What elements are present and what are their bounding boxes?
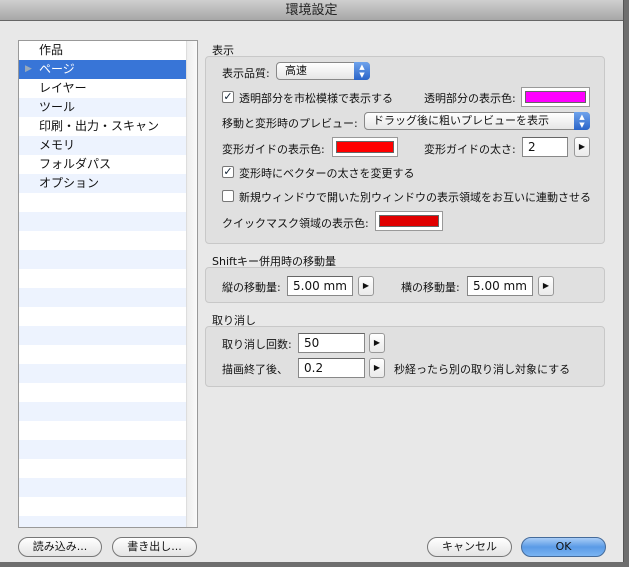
empty-row xyxy=(19,402,187,421)
updown-arrow-icon: ▲ ▼ xyxy=(574,112,590,130)
guide-width-input[interactable]: 2 xyxy=(522,137,568,157)
checker-checkbox[interactable]: ✓ xyxy=(222,91,234,103)
sidebar-item-label: ページ xyxy=(39,62,75,76)
preview-label: 移動と変形時のプレビュー: xyxy=(222,117,358,130)
empty-row xyxy=(19,383,187,402)
quality-label: 表示品質: xyxy=(222,67,270,80)
quality-select[interactable]: 高速 ▲ ▼ xyxy=(276,62,370,80)
sidebar-item-label: 印刷・出力・スキャン xyxy=(39,119,160,133)
preview-select[interactable]: ドラッグ後に粗いプレビューを表示 ▲ ▼ xyxy=(364,112,590,130)
checker-label: 透明部分を市松模様で表示する xyxy=(239,92,393,105)
sidebar-item-label: 作品 xyxy=(39,43,64,57)
empty-row xyxy=(19,478,187,497)
transparent-color-swatch[interactable] xyxy=(521,87,590,107)
undo-count-stepper[interactable]: ▶ xyxy=(369,333,385,353)
category-list: 作品 ▶ ページレイヤーツール印刷・出力・スキャン メモリフォルダパス オプション xyxy=(18,40,198,528)
sidebar-item[interactable]: ▶ ページ xyxy=(19,60,187,79)
vertical-stepper[interactable]: ▶ xyxy=(358,276,374,296)
export-button[interactable]: 書き出し... xyxy=(112,537,197,557)
quality-value: 高速 xyxy=(285,64,307,77)
preferences-window: 環境設定 作品 ▶ ページレイヤーツール印刷・出力・スキャン メモリフォルダパス オプシ… xyxy=(0,0,624,562)
empty-row xyxy=(19,326,187,345)
import-button[interactable]: 読み込み... xyxy=(18,537,102,557)
link-checkbox[interactable] xyxy=(222,190,234,202)
horizontal-label: 横の移動量: xyxy=(401,281,460,294)
empty-row xyxy=(19,307,187,326)
empty-row xyxy=(19,250,187,269)
updown-arrow-icon: ▲ ▼ xyxy=(354,62,370,80)
vector-label: 変形時にベクターの太さを変更する xyxy=(239,167,415,180)
undo-count-label: 取り消し回数: xyxy=(222,338,292,351)
cancel-button[interactable]: キャンセル xyxy=(427,537,512,557)
empty-row xyxy=(19,364,187,383)
transparent-color-label: 透明部分の表示色: xyxy=(424,92,516,105)
sidebar-item[interactable]: 印刷・出力・スキャン xyxy=(19,117,187,136)
sidebar-item-label: オプション xyxy=(39,176,100,190)
empty-row xyxy=(19,212,187,231)
sidebar-item-label: メモリ xyxy=(39,138,76,152)
empty-row xyxy=(19,516,187,527)
empty-row xyxy=(19,269,187,288)
preview-value: ドラッグ後に粗いプレビューを表示 xyxy=(373,114,549,127)
sidebar-item[interactable]: 作品 xyxy=(19,41,187,60)
ok-button[interactable]: OK xyxy=(521,537,606,557)
empty-row xyxy=(19,193,187,212)
guide-width-label: 変形ガイドの太さ: xyxy=(424,143,516,156)
sidebar-item[interactable]: ツール xyxy=(19,98,187,117)
guide-color-label: 変形ガイドの表示色: xyxy=(222,143,325,156)
disclosure-triangle-icon: ▶ xyxy=(25,64,32,74)
horizontal-input[interactable]: 5.00 mm xyxy=(467,276,533,296)
empty-row xyxy=(19,421,187,440)
link-label: 新規ウィンドウで開いた別ウィンドウの表示領域をお互いに連動させる xyxy=(239,191,591,204)
guide-color-swatch[interactable] xyxy=(332,137,398,157)
guide-width-stepper[interactable]: ▶ xyxy=(574,137,590,157)
sidebar-item-label: レイヤー xyxy=(39,81,87,95)
sidebar-item[interactable]: レイヤー xyxy=(19,79,187,98)
sidebar-item[interactable]: フォルダパス xyxy=(19,155,187,174)
sidebar-item[interactable]: オプション xyxy=(19,174,187,193)
undo-after-input[interactable]: 0.2 xyxy=(298,358,365,378)
undo-after-label: 描画終了後、 xyxy=(222,363,288,376)
empty-row xyxy=(19,231,187,250)
sidebar-item[interactable]: メモリ xyxy=(19,136,187,155)
empty-row xyxy=(19,440,187,459)
sidebar-item-label: フォルダパス xyxy=(39,157,112,171)
undo-after-stepper[interactable]: ▶ xyxy=(369,358,385,378)
undo-after-suffix: 秒経ったら別の取り消し対象にする xyxy=(394,363,571,376)
vector-checkbox[interactable]: ✓ xyxy=(222,166,234,178)
window-title: 環境設定 xyxy=(0,0,623,21)
vertical-input[interactable]: 5.00 mm xyxy=(287,276,353,296)
empty-row xyxy=(19,497,187,516)
empty-row xyxy=(19,459,187,478)
sidebar-item-label: ツール xyxy=(39,100,76,114)
quickmask-color-swatch[interactable] xyxy=(375,211,443,231)
empty-row xyxy=(19,345,187,364)
undo-count-input[interactable]: 50 xyxy=(298,333,365,353)
scrollbar[interactable] xyxy=(186,41,197,527)
horizontal-stepper[interactable]: ▶ xyxy=(538,276,554,296)
vertical-label: 縦の移動量: xyxy=(222,281,281,294)
quickmask-label: クイックマスク領域の表示色: xyxy=(222,217,369,230)
empty-row xyxy=(19,288,187,307)
